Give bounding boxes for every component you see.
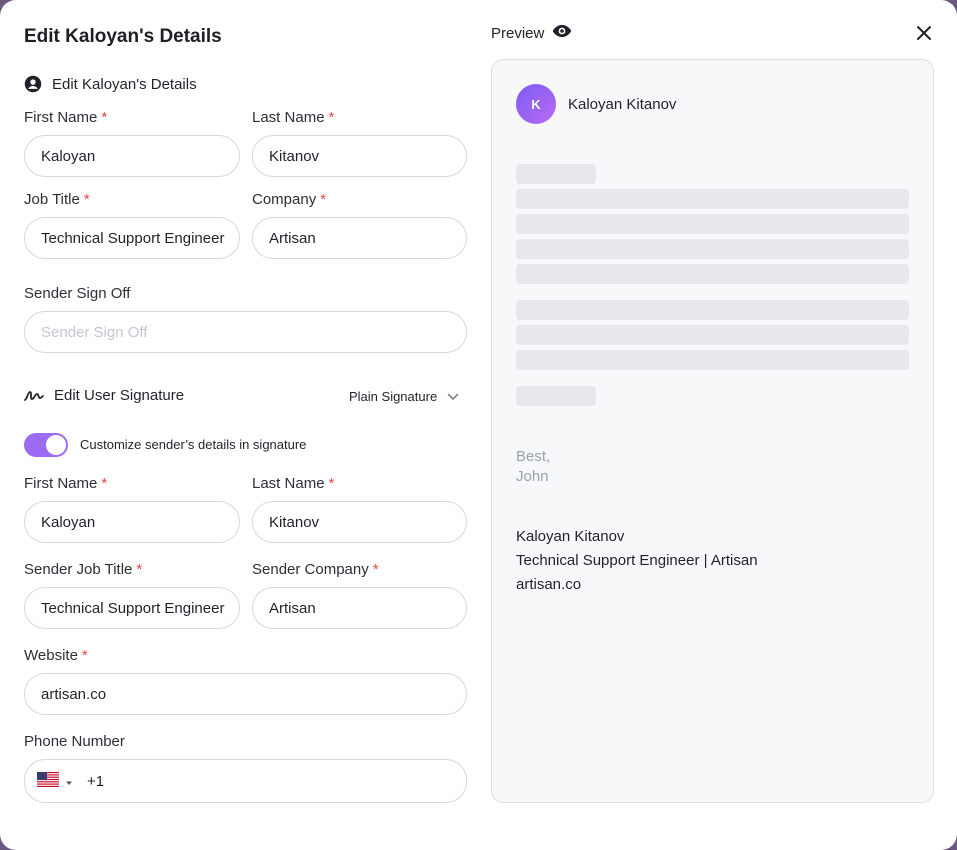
sign-off-input[interactable]: Sender Sign Off <box>24 311 467 353</box>
company-label: Company * <box>252 191 327 208</box>
signature-icon <box>24 389 44 403</box>
job-title-label: Job Title * <box>24 191 90 208</box>
skeleton-line <box>516 214 909 234</box>
signature-section-heading: Edit User Signature <box>24 387 184 404</box>
preview-signature-website: artisan.co <box>516 576 582 593</box>
sig-first-name-input[interactable]: Kaloyan <box>24 501 240 543</box>
preview-title: Preview <box>491 24 545 42</box>
email-preview-card: K Kaloyan Kitanov Best, John Kaloyan Kit… <box>491 59 934 803</box>
skeleton-line <box>516 386 596 406</box>
phone-country-code: +1 <box>87 772 105 790</box>
first-name-input[interactable]: Kaloyan <box>24 135 240 177</box>
company-input[interactable]: Artisan <box>252 217 467 259</box>
caret-down-icon <box>65 773 73 790</box>
user-circle-icon <box>24 75 42 93</box>
skeleton-line <box>516 239 909 259</box>
customize-details-label: Customize sender’s details in signature <box>80 437 307 452</box>
sig-last-name-label: Last Name * <box>252 475 335 492</box>
sig-job-title-label: Sender Job Title * <box>24 561 143 578</box>
sig-job-title-input[interactable]: Technical Support Engineer <box>24 587 240 629</box>
country-select[interactable] <box>37 771 73 791</box>
signature-type-value: Plain Signature <box>349 389 438 404</box>
sig-first-name-label: First Name * <box>24 475 108 492</box>
skeleton-line <box>516 189 909 209</box>
close-icon <box>913 26 935 48</box>
phone-label: Phone Number <box>24 733 125 750</box>
website-input[interactable]: artisan.co <box>24 673 467 715</box>
preview-header: Preview <box>491 24 572 42</box>
sig-company-input[interactable]: Artisan <box>252 587 467 629</box>
skeleton-line <box>516 325 909 345</box>
job-title-input[interactable]: Technical Support Engineer <box>24 217 240 259</box>
skeleton-line <box>516 350 909 370</box>
first-name-label: First Name * <box>24 109 108 126</box>
skeleton-line <box>516 264 909 284</box>
last-name-label: Last Name * <box>252 109 335 126</box>
avatar: K <box>516 84 556 124</box>
edit-details-modal: Edit Kaloyan's Details Edit Kaloyan's De… <box>0 0 957 850</box>
toggle-knob <box>46 435 66 455</box>
preview-signature-title: Technical Support Engineer | Artisan <box>516 552 758 569</box>
details-section-heading: Edit Kaloyan's Details <box>24 75 197 93</box>
skeleton-line <box>516 164 596 184</box>
close-button[interactable] <box>913 22 935 44</box>
last-name-input[interactable]: Kitanov <box>252 135 467 177</box>
us-flag-icon <box>37 771 59 791</box>
signature-type-select[interactable]: Plain Signature <box>349 389 459 404</box>
chevron-down-icon <box>447 389 459 404</box>
customize-details-toggle[interactable] <box>24 433 68 457</box>
preview-signature-name: Kaloyan Kitanov <box>516 528 625 545</box>
modal-title: Edit Kaloyan's Details <box>24 26 222 47</box>
website-label: Website * <box>24 647 88 664</box>
skeleton-line <box>516 300 909 320</box>
signature-section-title: Edit User Signature <box>54 387 185 404</box>
sig-company-label: Sender Company * <box>252 561 379 578</box>
preview-sign-off-name: John <box>516 468 549 485</box>
preview-sender-name: Kaloyan Kitanov <box>568 96 677 113</box>
details-section-title: Edit Kaloyan's Details <box>52 75 197 93</box>
preview-sign-off-line: Best, <box>516 448 551 465</box>
sig-last-name-input[interactable]: Kitanov <box>252 501 467 543</box>
phone-input[interactable]: +1 <box>24 759 467 803</box>
eye-icon <box>552 24 572 42</box>
sign-off-label: Sender Sign Off <box>24 285 131 302</box>
